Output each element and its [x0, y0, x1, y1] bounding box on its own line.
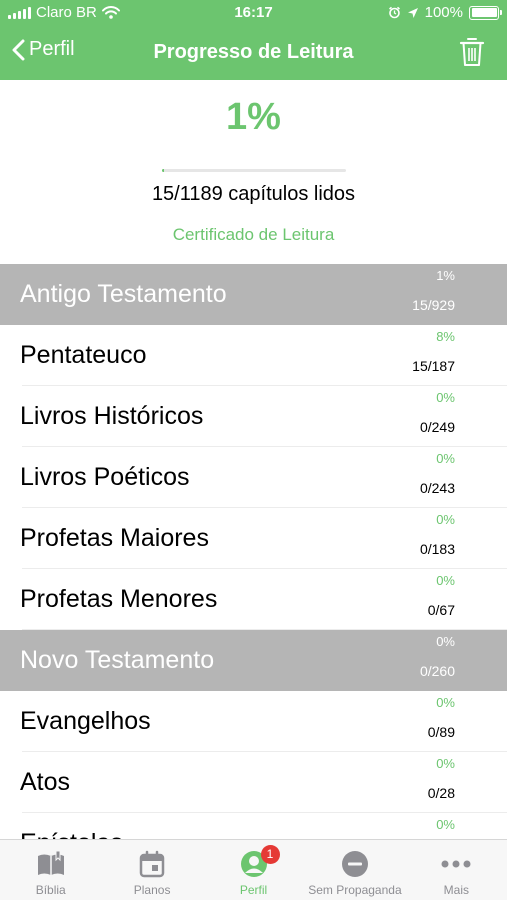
- section-header-antigo-testamento[interactable]: Antigo Testamento 1% 15/929: [0, 264, 507, 325]
- tab-sem-propaganda[interactable]: Sem Propaganda: [304, 840, 405, 900]
- list-item-evangelhos[interactable]: Evangelhos 0% 0/89: [0, 691, 507, 752]
- tab-label: Bíblia: [35, 883, 66, 897]
- overall-percent: 1%: [226, 96, 281, 138]
- profile-icon: 1: [240, 845, 280, 879]
- tab-perfil[interactable]: 1 Perfil: [203, 840, 304, 900]
- location-arrow-icon: [407, 7, 418, 18]
- tab-mais[interactable]: Mais: [406, 840, 507, 900]
- page-title: Progresso de Leitura: [153, 41, 354, 63]
- row-percent: 0%: [436, 817, 455, 832]
- list-item-livros-poeticos[interactable]: Livros Poéticos 0% 0/243: [0, 447, 507, 508]
- row-count: 0/89: [427, 724, 455, 740]
- reading-summary: 1% 15/1189 capítulos lidos Certificado d…: [0, 80, 507, 264]
- row-percent: 0%: [436, 573, 455, 588]
- list-item-epistolas[interactable]: Epístolas 0%: [0, 813, 507, 839]
- tab-label: Planos: [133, 883, 171, 897]
- certificate-link[interactable]: Certificado de Leitura: [0, 225, 507, 245]
- list-item-profetas-maiores[interactable]: Profetas Maiores 0% 0/183: [0, 508, 507, 569]
- row-name: Livros Históricos: [20, 402, 204, 430]
- list-item-pentateuco[interactable]: Pentateuco 8% 15/187: [0, 325, 507, 386]
- row-name: Livros Poéticos: [20, 463, 190, 491]
- row-percent: 8%: [436, 329, 455, 344]
- battery-icon: [469, 5, 502, 20]
- row-percent: 0%: [436, 390, 455, 405]
- row-percent: 0%: [436, 695, 455, 710]
- list-item-profetas-menores[interactable]: Profetas Menores 0% 0/67: [0, 569, 507, 630]
- row-count: 0/249: [419, 419, 455, 435]
- row-name: Profetas Maiores: [20, 524, 209, 552]
- delete-progress-button[interactable]: [459, 36, 485, 73]
- row-percent: 0%: [436, 634, 455, 649]
- row-count: 15/187: [412, 358, 455, 374]
- trash-icon: [459, 38, 485, 66]
- tab-label: Sem Propaganda: [308, 883, 402, 897]
- tab-label: Mais: [443, 883, 469, 897]
- row-count: 0/183: [419, 541, 455, 557]
- row-count: 0/243: [419, 480, 455, 496]
- row-name: Epístolas: [20, 829, 123, 839]
- row-percent: 0%: [436, 451, 455, 466]
- row-percent: 1%: [436, 268, 455, 283]
- row-count: 15/929: [412, 297, 455, 313]
- row-name: Pentateuco: [20, 341, 147, 369]
- section-header-novo-testamento[interactable]: Novo Testamento 0% 0/260: [0, 630, 507, 691]
- more-icon: [441, 849, 471, 879]
- no-ads-icon: [341, 849, 369, 879]
- row-percent: 0%: [436, 756, 455, 771]
- notification-badge: 1: [260, 845, 280, 864]
- row-count: 0/28: [427, 785, 455, 801]
- row-count: 0/260: [419, 663, 455, 679]
- row-name: Atos: [20, 768, 71, 796]
- calendar-icon: [139, 849, 165, 879]
- row-name: Evangelhos: [20, 707, 151, 735]
- overall-progress-bar: [162, 169, 346, 172]
- back-label: Perfil: [29, 38, 75, 60]
- chapters-read-label: 15/1189 capítulos lidos: [151, 183, 356, 205]
- row-percent: 0%: [436, 512, 455, 527]
- progress-list: Antigo Testamento 1% 15/929 Pentateuco 8…: [0, 264, 507, 839]
- battery-percent: 100%: [424, 4, 463, 21]
- alarm-icon: [388, 6, 400, 19]
- tab-bar: Bíblia Planos 1 Perfil Sem Propaganda Ma…: [0, 839, 507, 900]
- bible-icon: [36, 849, 66, 879]
- back-button[interactable]: Perfil: [12, 38, 75, 61]
- tab-planos[interactable]: Planos: [101, 840, 202, 900]
- overall-progress-fill: [162, 169, 165, 172]
- row-name: Antigo Testamento: [20, 280, 227, 308]
- row-name: Profetas Menores: [20, 585, 218, 613]
- tab-label: Perfil: [239, 883, 268, 897]
- status-right: 100%: [388, 4, 502, 21]
- tab-biblia[interactable]: Bíblia: [0, 840, 101, 900]
- list-item-livros-historicos[interactable]: Livros Históricos 0% 0/249: [0, 386, 507, 447]
- list-item-atos[interactable]: Atos 0% 0/28: [0, 752, 507, 813]
- status-bar: Claro BR 16:17 100%: [0, 0, 507, 26]
- chevron-left-icon: [12, 39, 25, 60]
- row-count: 0/67: [427, 602, 455, 618]
- row-name: Novo Testamento: [20, 646, 215, 674]
- nav-bar: Perfil Progresso de Leitura: [0, 26, 507, 80]
